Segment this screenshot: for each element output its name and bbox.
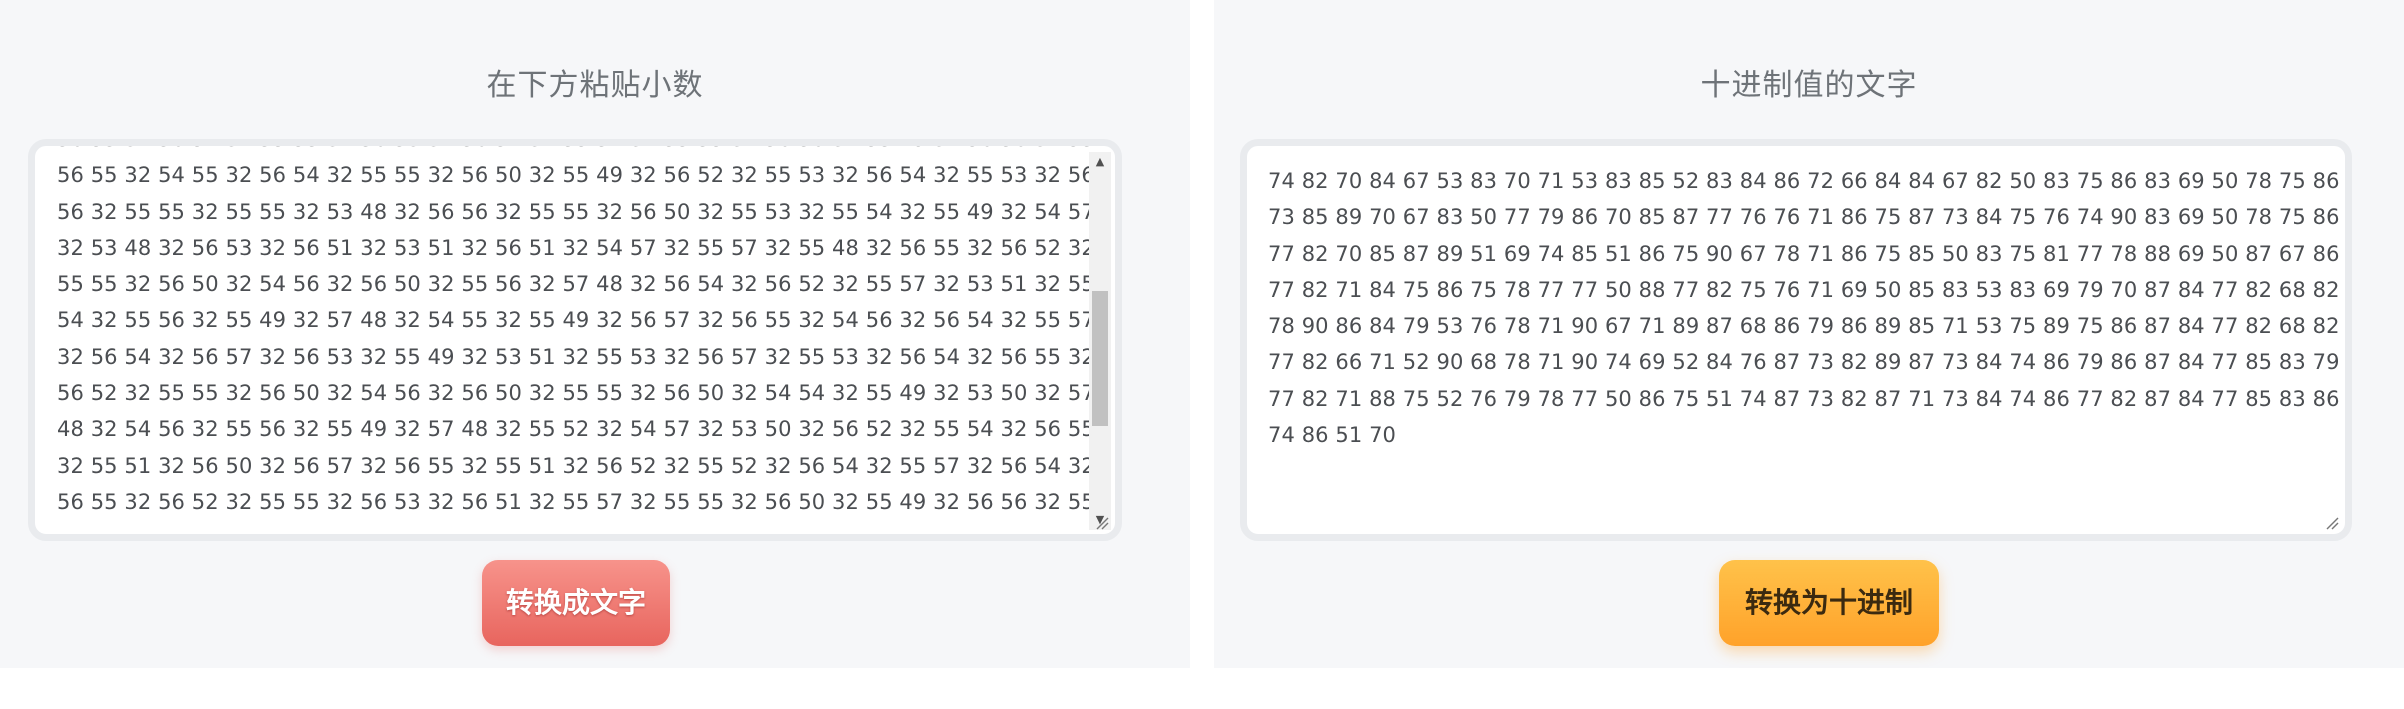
scrollbar-thumb[interactable] [1092,291,1108,426]
convert-to-decimal-button[interactable]: 转换为十进制 [1719,560,1939,646]
convert-to-text-button[interactable]: 转换成文字 [482,560,670,646]
text-to-decimal-panel: 十进制值的文字 74 82 70 84 67 53 83 70 71 53 83… [1214,0,2404,668]
panel-title: 十进制值的文字 [1700,68,1918,103]
textarea-scrollbar[interactable]: ▲ ▼ [1089,152,1111,530]
panel-title: 在下方粘贴小数 [486,68,704,103]
decimal-input-textarea[interactable]: 56 55 32 56 52 32 55 55 32 56 53 32 56 5… [28,139,1122,541]
resize-handle-icon[interactable] [1095,516,1109,530]
decimal-to-text-panel: 在下方粘贴小数 56 55 32 56 52 32 55 55 32 56 53… [0,0,1190,668]
resize-handle-icon[interactable] [2325,516,2339,530]
decimal-input-text: 56 55 32 56 52 32 55 55 32 56 53 32 56 5… [57,139,1095,514]
text-input-text: 74 82 70 84 67 53 83 70 71 53 83 85 52 8… [1268,169,2340,448]
scroll-up-icon[interactable]: ▲ [1089,152,1111,172]
text-input-textarea[interactable]: 74 82 70 84 67 53 83 70 71 53 83 85 52 8… [1240,139,2352,541]
